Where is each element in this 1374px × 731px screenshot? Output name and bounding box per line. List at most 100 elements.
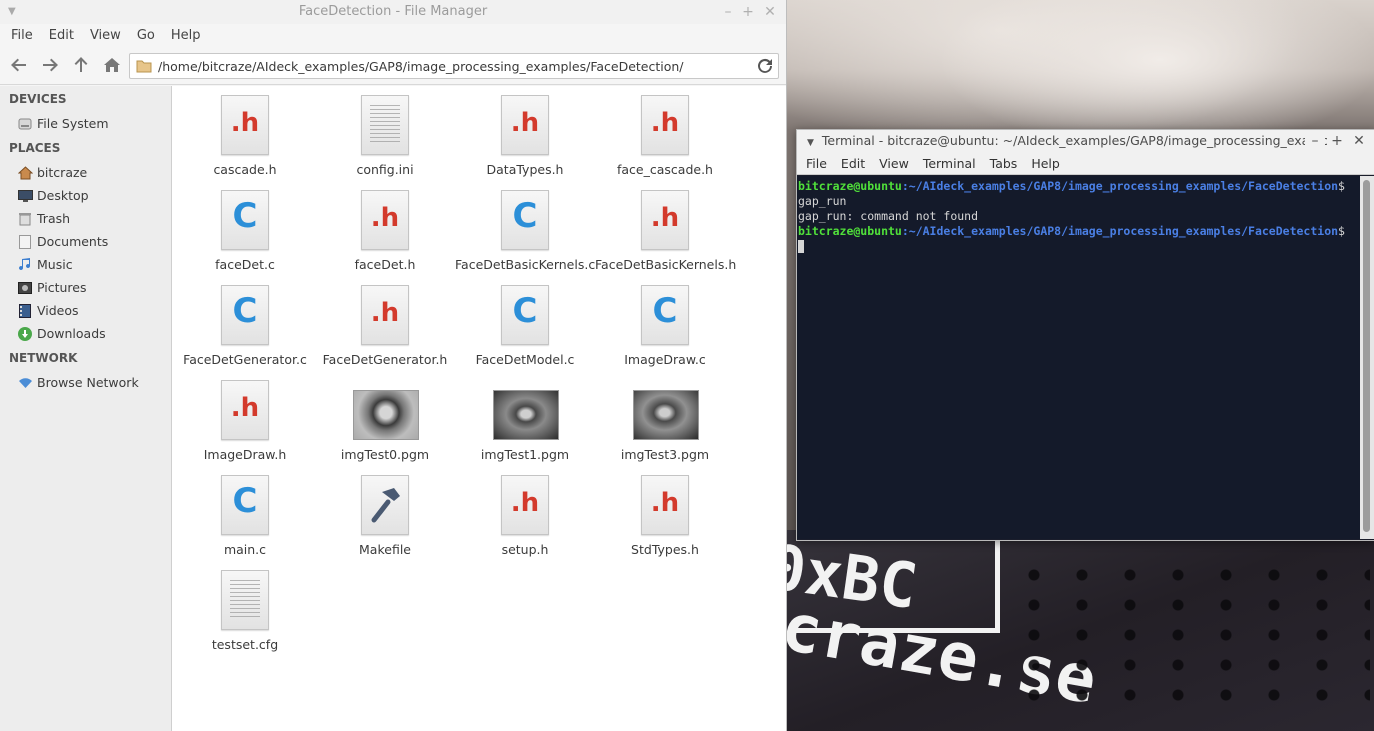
forward-button[interactable] bbox=[37, 52, 63, 78]
menu-go[interactable]: Go bbox=[129, 28, 163, 43]
terminal-screen[interactable]: bitcraze@ubuntu:~/AIdeck_examples/GAP8/i… bbox=[797, 176, 1360, 539]
scrollbar-thumb[interactable] bbox=[1363, 180, 1370, 532]
downloads-icon bbox=[17, 326, 33, 342]
arrow-up-icon bbox=[74, 57, 88, 72]
close-icon[interactable]: ✕ bbox=[1349, 130, 1369, 152]
sidebar-item-label: Documents bbox=[37, 234, 109, 249]
terminal-titlebar[interactable]: ▼ Terminal - bitcraze@ubuntu: ~/AIdeck_e… bbox=[797, 130, 1374, 152]
file-name: FaceDetModel.c bbox=[475, 352, 575, 367]
file-item[interactable]: .h setup.h bbox=[455, 466, 595, 561]
arrow-left-icon bbox=[11, 58, 26, 72]
sidebar-item-desktop[interactable]: Desktop bbox=[0, 184, 171, 207]
menu-view[interactable]: View bbox=[82, 28, 129, 43]
terminal-menu-help[interactable]: Help bbox=[1024, 156, 1067, 171]
file-item[interactable]: C ImageDraw.c bbox=[595, 276, 735, 371]
file-item[interactable]: C FaceDetBasicKernels.c bbox=[455, 181, 595, 276]
file-name: ImageDraw.c bbox=[624, 352, 706, 367]
file-name: FaceDetBasicKernels.h bbox=[595, 257, 737, 272]
home-button[interactable] bbox=[99, 52, 125, 78]
sidebar: DEVICES File System PLACES bitcraze Desk… bbox=[0, 86, 172, 731]
arrow-right-icon bbox=[43, 58, 58, 72]
file-name: imgTest1.pgm bbox=[480, 447, 570, 462]
sidebar-item-trash[interactable]: Trash bbox=[0, 207, 171, 230]
music-icon bbox=[17, 257, 33, 273]
header-file-icon: .h bbox=[221, 95, 269, 155]
file-name: faceDet.h bbox=[354, 257, 416, 272]
sidebar-item-bitcraze[interactable]: bitcraze bbox=[0, 161, 171, 184]
sidebar-item-pictures[interactable]: Pictures bbox=[0, 276, 171, 299]
file-name: StdTypes.h bbox=[631, 542, 699, 557]
menu-help[interactable]: Help bbox=[163, 28, 209, 43]
window-menu-icon[interactable]: ▼ bbox=[8, 0, 16, 24]
close-icon[interactable]: ✕ bbox=[760, 0, 780, 24]
sidebar-item-browse-network[interactable]: Browse Network bbox=[0, 371, 171, 394]
photo-thumbnail bbox=[353, 390, 419, 440]
terminal-window: ▼ Terminal - bitcraze@ubuntu: ~/AIdeck_e… bbox=[796, 129, 1374, 541]
home-icon bbox=[17, 165, 33, 181]
file-name: imgTest0.pgm bbox=[340, 447, 430, 462]
file-item[interactable]: imgTest1.pgm bbox=[455, 371, 595, 466]
location-bar[interactable]: /home/bitcraze/AIdeck_examples/GAP8/imag… bbox=[129, 53, 779, 79]
up-button[interactable] bbox=[68, 52, 94, 78]
sidebar-item-label: Desktop bbox=[37, 188, 89, 203]
file-name: setup.h bbox=[501, 542, 549, 557]
sidebar-item-label: Downloads bbox=[37, 326, 106, 341]
fm-title: FaceDetection - File Manager bbox=[298, 4, 488, 19]
text-file-icon bbox=[221, 570, 269, 630]
terminal-menu-view[interactable]: View bbox=[872, 156, 916, 171]
c-source-file-icon: C bbox=[221, 475, 269, 535]
minimize-icon[interactable]: – bbox=[718, 0, 738, 24]
sidebar-item-label: Pictures bbox=[37, 280, 87, 295]
file-item[interactable]: imgTest0.pgm bbox=[315, 371, 455, 466]
sidebar-item-label: File System bbox=[37, 116, 109, 131]
file-item[interactable]: Makefile bbox=[315, 466, 455, 561]
file-item[interactable]: .h StdTypes.h bbox=[595, 466, 735, 561]
header-file-icon: .h bbox=[501, 95, 549, 155]
terminal-menu-tabs[interactable]: Tabs bbox=[983, 156, 1025, 171]
sidebar-item-downloads[interactable]: Downloads bbox=[0, 322, 171, 345]
fm-titlebar[interactable]: ▼ FaceDetection - File Manager – + ✕ bbox=[0, 0, 786, 24]
maximize-icon[interactable]: + bbox=[1327, 130, 1347, 152]
file-item[interactable]: .h FaceDetGenerator.h bbox=[315, 276, 455, 371]
file-item[interactable]: Cmain.c bbox=[175, 466, 315, 561]
file-item[interactable]: .h ImageDraw.h bbox=[175, 371, 315, 466]
file-item[interactable]: config.ini bbox=[315, 86, 455, 181]
minimize-icon[interactable]: – bbox=[1305, 130, 1325, 152]
file-item[interactable]: imgTest3.pgm bbox=[595, 371, 735, 466]
file-item[interactable]: .h FaceDetBasicKernels.h bbox=[595, 181, 737, 276]
terminal-output-line: gap_run bbox=[798, 194, 847, 208]
file-item[interactable]: CfaceDet.c bbox=[175, 181, 315, 276]
file-item[interactable]: .h faceDet.h bbox=[315, 181, 455, 276]
file-item[interactable]: testset.cfg bbox=[175, 561, 315, 656]
file-manager-window: ▼ FaceDetection - File Manager – + ✕ Fil… bbox=[0, 0, 787, 731]
terminal-scrollbar[interactable] bbox=[1360, 176, 1374, 539]
terminal-title: Terminal - bitcraze@ubuntu: ~/AIdeck_exa… bbox=[821, 133, 1330, 148]
c-source-file-icon: C bbox=[221, 190, 269, 250]
folder-icon bbox=[136, 60, 152, 73]
videos-icon bbox=[17, 303, 33, 319]
sidebar-item-documents[interactable]: Documents bbox=[0, 230, 171, 253]
sidebar-item-file-system[interactable]: File System bbox=[0, 112, 171, 135]
prompt-path: :~/AIdeck_examples/GAP8/image_processing… bbox=[901, 179, 1339, 193]
maximize-icon[interactable]: + bbox=[738, 0, 758, 24]
sidebar-item-music[interactable]: Music bbox=[0, 253, 171, 276]
desktop-icon bbox=[17, 188, 33, 204]
header-file-icon: .h bbox=[501, 475, 549, 535]
back-button[interactable] bbox=[6, 52, 32, 78]
header-file-icon: .h bbox=[361, 190, 409, 250]
menu-edit[interactable]: Edit bbox=[41, 28, 82, 43]
file-item[interactable]: C FaceDetGenerator.c bbox=[175, 276, 315, 371]
file-item[interactable]: C FaceDetModel.c bbox=[455, 276, 595, 371]
network-icon bbox=[17, 375, 33, 391]
terminal-menu-edit[interactable]: Edit bbox=[834, 156, 872, 171]
terminal-menu-file[interactable]: File bbox=[799, 156, 834, 171]
window-menu-icon[interactable]: ▼ bbox=[807, 138, 814, 148]
file-name: DataTypes.h bbox=[486, 162, 564, 177]
sidebar-item-videos[interactable]: Videos bbox=[0, 299, 171, 322]
file-item[interactable]: .h face_cascade.h bbox=[595, 86, 735, 181]
menu-file[interactable]: File bbox=[3, 28, 41, 43]
terminal-menu-terminal[interactable]: Terminal bbox=[916, 156, 983, 171]
c-source-file-icon: C bbox=[221, 285, 269, 345]
file-item[interactable]: .h cascade.h bbox=[175, 86, 315, 181]
file-item[interactable]: .h DataTypes.h bbox=[455, 86, 595, 181]
